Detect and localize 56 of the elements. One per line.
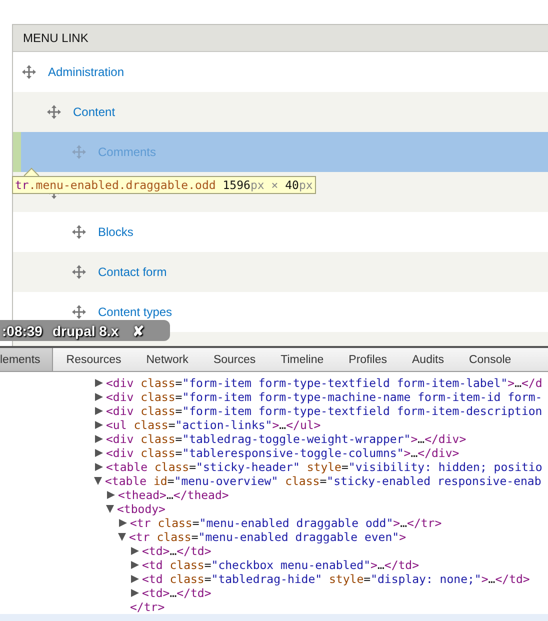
devtools-tab[interactable]: Sources <box>200 348 268 371</box>
timer-text: :08:39 <box>2 322 42 338</box>
dom-node[interactable]: <td>…</td> <box>142 586 212 600</box>
collapsed-arrow-icon[interactable] <box>131 547 139 555</box>
dom-node[interactable]: <tr class="menu-enabled draggable odd">…</tr> <box>130 516 442 530</box>
dom-node[interactable]: <div class="form-item form-type-machine-name form-item-id form- <box>106 390 542 404</box>
expanded-arrow-icon[interactable] <box>106 505 114 513</box>
badge-label: drupal 8.x <box>52 322 119 338</box>
dom-node[interactable]: <table id="menu-overview" class="sticky-enabled responsive-enab <box>105 474 542 488</box>
menu-link[interactable]: Contact form <box>98 265 167 279</box>
drag-handle-icon[interactable] <box>47 105 61 119</box>
dom-node[interactable]: <div class="form-item form-type-textfield form-item-label">…</d <box>106 376 542 390</box>
menu-link[interactable]: Content <box>73 105 116 119</box>
collapsed-arrow-icon[interactable] <box>95 393 103 401</box>
drag-handle-icon[interactable] <box>72 145 86 159</box>
dom-node[interactable]: <thead>…</thead> <box>118 488 229 502</box>
collapsed-arrow-icon[interactable] <box>131 575 139 583</box>
devtools-tab[interactable]: Resources <box>53 348 134 371</box>
drag-handle-icon[interactable] <box>72 225 86 239</box>
expanded-arrow-icon[interactable] <box>94 477 102 485</box>
devtools-tab[interactable]: Console <box>456 348 524 371</box>
dom-node[interactable]: <td>…</td> <box>142 544 212 558</box>
dom-node[interactable]: <tbody> <box>117 502 166 516</box>
collapsed-arrow-icon[interactable] <box>107 491 115 499</box>
collapsed-arrow-icon[interactable] <box>131 589 139 597</box>
dom-node[interactable]: <td class="tabledrag-hide" style="display: none;">…</td> <box>142 572 530 586</box>
collapsed-arrow-icon[interactable] <box>131 561 139 569</box>
devtools-tab[interactable]: lements <box>0 348 54 371</box>
dom-node[interactable]: <div class="tabledrag-toggle-weight-wrapper">…</div> <box>106 432 466 446</box>
menu-link[interactable]: Content types <box>98 305 172 319</box>
collapsed-arrow-icon[interactable] <box>95 421 103 429</box>
menu-link[interactable]: Blocks <box>98 225 134 239</box>
menu-link[interactable]: Administration <box>48 65 124 79</box>
dom-node[interactable]: <div class="form-item form-type-textfield form-item-description <box>106 404 542 418</box>
drag-handle-icon[interactable] <box>22 65 36 79</box>
collapsed-arrow-icon[interactable] <box>95 379 103 387</box>
devtools-tab[interactable]: Timeline <box>268 348 336 371</box>
expanded-arrow-icon[interactable] <box>118 533 126 541</box>
inspect-tooltip: tr.menu-enabled.draggable.odd 1596px × 40px <box>12 176 316 194</box>
drag-handle-icon[interactable] <box>72 305 86 319</box>
dom-node[interactable]: <tr class="menu-enabled draggable even"> <box>129 530 406 544</box>
dom-node[interactable]: <ul class="action-links">…</ul> <box>106 418 321 432</box>
dom-node[interactable]: <div class="tableresponsive-toggle-columns">…</div> <box>106 446 460 460</box>
devtools-tab[interactable]: Network <box>133 348 200 371</box>
drag-handle-icon[interactable] <box>72 265 86 279</box>
collapsed-arrow-icon[interactable] <box>95 435 103 443</box>
collapsed-arrow-icon[interactable] <box>95 449 103 457</box>
column-header: MENU LINK <box>13 25 548 52</box>
dom-node[interactable]: <table class="sticky-header" style="visibility: hidden; positio <box>106 460 542 474</box>
devtools-tab[interactable]: Audits <box>399 348 456 371</box>
devtools-tab[interactable]: Profiles <box>336 348 400 371</box>
dom-node[interactable]: <td class="checkbox menu-enabled">…</td> <box>142 558 420 572</box>
collapsed-arrow-icon[interactable] <box>95 407 103 415</box>
dom-node[interactable]: </tr> <box>130 600 165 614</box>
collapsed-arrow-icon[interactable] <box>95 463 103 471</box>
collapsed-arrow-icon[interactable] <box>119 519 127 527</box>
